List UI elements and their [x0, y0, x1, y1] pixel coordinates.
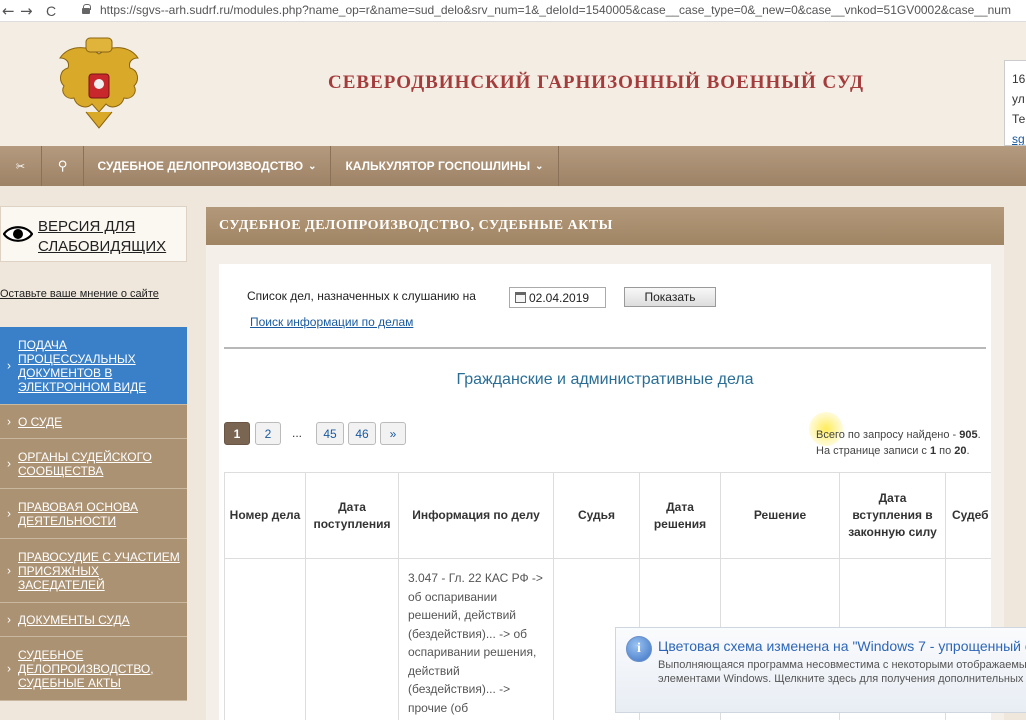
sitemap-button[interactable]: ✂: [0, 146, 42, 186]
contact-email-link[interactable]: sg: [1012, 129, 1026, 145]
sidebar-item-label: О СУДЕ: [18, 414, 63, 429]
notification-text: Выполняющаяся программа несовместима с н…: [658, 659, 1026, 685]
hearing-list-label: Список дел, назначенных к слушанию на: [247, 289, 476, 303]
sidebar-item-label: ПОДАЧА ПРОЦЕССУАЛЬНЫХ ДОКУМЕНТОВ В ЭЛЕКТ…: [18, 337, 147, 394]
chevron-down-icon: ⌄: [308, 160, 317, 172]
results-summary: Всего по запросу найдено - 905. На стран…: [816, 429, 981, 457]
table-cell-case-info: 3.047 - Гл. 22 КАС РФ -> об оспаривании …: [398, 558, 554, 720]
column-header: Судья: [553, 472, 640, 559]
sidebar-item-legal-basis[interactable]: ПРАВОВАЯ ОСНОВА ДЕЯТЕЛЬНОСТИ: [0, 489, 187, 539]
contact-phone: Те: [1012, 112, 1026, 126]
panel-title: СУДЕБНОЕ ДЕЛОПРОИЗВОДСТВО, СУДЕБНЫЕ АКТЫ: [219, 218, 613, 233]
chevron-down-icon: ⌄: [535, 160, 544, 172]
sidebar-item-label: ПРАВОСУДИЕ С УЧАСТИЕМ ПРИСЯЖНЫХ ЗАСЕДАТЕ…: [18, 549, 180, 592]
sidebar-item-court-records[interactable]: СУДЕБНОЕ ДЕЛОПРОИЗВОДСТВО, СУДЕБНЫЕ АКТЫ: [0, 637, 187, 701]
column-header: Дата поступления: [305, 472, 399, 559]
calendar-icon[interactable]: [515, 292, 526, 303]
reload-icon[interactable]: C: [46, 3, 56, 19]
table-cell: [305, 558, 399, 720]
column-header: Номер дела: [224, 472, 306, 559]
search-icon: ⚲: [57, 158, 68, 174]
page-1-button[interactable]: 1: [224, 422, 250, 445]
sidebar-item-judicial-bodies[interactable]: ОРГАНЫ СУДЕЙСКОГО СООБЩЕСТВА: [0, 439, 187, 489]
contact-box: 16 ул Те sg: [1004, 60, 1026, 146]
page-45-button[interactable]: 45: [316, 422, 344, 445]
sidebar-item-electronic-filing[interactable]: ПОДАЧА ПРОЦЕССУАЛЬНЫХ ДОКУМЕНТОВ В ЭЛЕКТ…: [0, 327, 187, 405]
menu-item-label: СУДЕБНОЕ ДЕЛОПРОИЗВОДСТВО: [97, 159, 304, 173]
column-header: Информация по делу: [398, 472, 554, 559]
forward-icon[interactable]: →: [20, 2, 33, 20]
coat-of-arms-icon: [59, 37, 139, 129]
menu-item-court-records[interactable]: СУДЕБНОЕ ДЕЛОПРОИЗВОДСТВО ⌄: [84, 146, 331, 186]
date-input[interactable]: 02.04.2019: [509, 287, 606, 308]
next-page-button[interactable]: »: [380, 422, 406, 445]
section-title: Гражданские и административные дела: [456, 371, 754, 388]
notification-title: Цветовая схема изменена на "Windows 7 - …: [658, 638, 1026, 654]
page-2-button[interactable]: 2: [255, 422, 281, 445]
page-46-button[interactable]: 46: [348, 422, 376, 445]
menu-item-fee-calculator[interactable]: КАЛЬКУЛЯТОР ГОСПОШЛИНЫ ⌄: [331, 146, 559, 186]
browser-address-bar: ← → C https://sgvs--arh.sudrf.ru/modules…: [0, 0, 1026, 22]
sitemap-icon: ✂: [15, 159, 26, 173]
divider: [224, 347, 986, 349]
sidebar-menu: ПОДАЧА ПРОЦЕССУАЛЬНЫХ ДОКУМЕНТОВ В ЭЛЕКТ…: [0, 327, 187, 701]
back-icon[interactable]: ←: [2, 2, 15, 20]
info-icon: i: [626, 636, 652, 662]
url-field[interactable]: https://sgvs--arh.sudrf.ru/modules.php?n…: [100, 3, 1011, 17]
column-header: Дата вступления в законную силу: [839, 472, 946, 559]
column-header: Дата решения: [639, 472, 721, 559]
sidebar-item-about[interactable]: О СУДЕ: [0, 405, 187, 439]
sidebar-item-label: СУДЕБНОЕ ДЕЛОПРОИЗВОДСТВО, СУДЕБНЫЕ АКТЫ: [18, 647, 154, 690]
site-title: СЕВЕРОДВИНСКИЙ ГАРНИЗОННЫЙ ВОЕННЫЙ СУД: [328, 72, 865, 93]
search-button[interactable]: ⚲: [42, 146, 84, 186]
main-menu: ✂ ⚲ СУДЕБНОЕ ДЕЛОПРОИЗВОДСТВО ⌄ КАЛЬКУЛЯ…: [0, 146, 1026, 186]
pagination-ellipsis: ...: [292, 426, 303, 440]
menu-item-label: КАЛЬКУЛЯТОР ГОСПОШЛИНЫ: [345, 159, 531, 173]
table-header-row: Номер дела Дата поступления Информация п…: [224, 472, 991, 559]
feedback-link[interactable]: Оставьте ваше мнение о сайте: [0, 288, 159, 300]
sidebar-item-label: ДОКУМЕНТЫ СУДА: [18, 612, 130, 627]
contact-address: 16: [1012, 72, 1026, 86]
windows-notification[interactable]: i Цветовая схема изменена на "Windows 7 …: [615, 627, 1026, 713]
accessibility-label: ВЕРСИЯ ДЛЯ СЛАБОВИДЯЩИХ: [38, 218, 167, 255]
sidebar-item-documents[interactable]: ДОКУМЕНТЫ СУДА: [0, 603, 187, 637]
sidebar-item-label: ОРГАНЫ СУДЕЙСКОГО СООБЩЕСТВА: [18, 449, 152, 478]
sidebar-item-label: ПРАВОВАЯ ОСНОВА ДЕЯТЕЛЬНОСТИ: [18, 499, 138, 528]
case-search-link[interactable]: Поиск информации по делам: [250, 315, 413, 329]
column-header: Решение: [720, 472, 840, 559]
column-header: Судеб акты: [945, 472, 991, 559]
lock-icon: [82, 4, 91, 14]
date-value: 02.04.2019: [529, 291, 590, 305]
show-button[interactable]: Показать: [624, 287, 716, 307]
site-header: СЕВЕРОДВИНСКИЙ ГАРНИЗОННЫЙ ВОЕННЫЙ СУД 1…: [0, 22, 1026, 146]
contact-street: ул: [1012, 92, 1025, 106]
table-cell[interactable]: [224, 558, 306, 720]
panel-header: СУДЕБНОЕ ДЕЛОПРОИЗВОДСТВО, СУДЕБНЫЕ АКТЫ: [206, 207, 1004, 245]
eye-icon: [3, 226, 33, 242]
sidebar-item-jury[interactable]: ПРАВОСУДИЕ С УЧАСТИЕМ ПРИСЯЖНЫХ ЗАСЕДАТЕ…: [0, 539, 187, 603]
accessibility-version-link[interactable]: ВЕРСИЯ ДЛЯ СЛАБОВИДЯЩИХ: [0, 206, 187, 262]
